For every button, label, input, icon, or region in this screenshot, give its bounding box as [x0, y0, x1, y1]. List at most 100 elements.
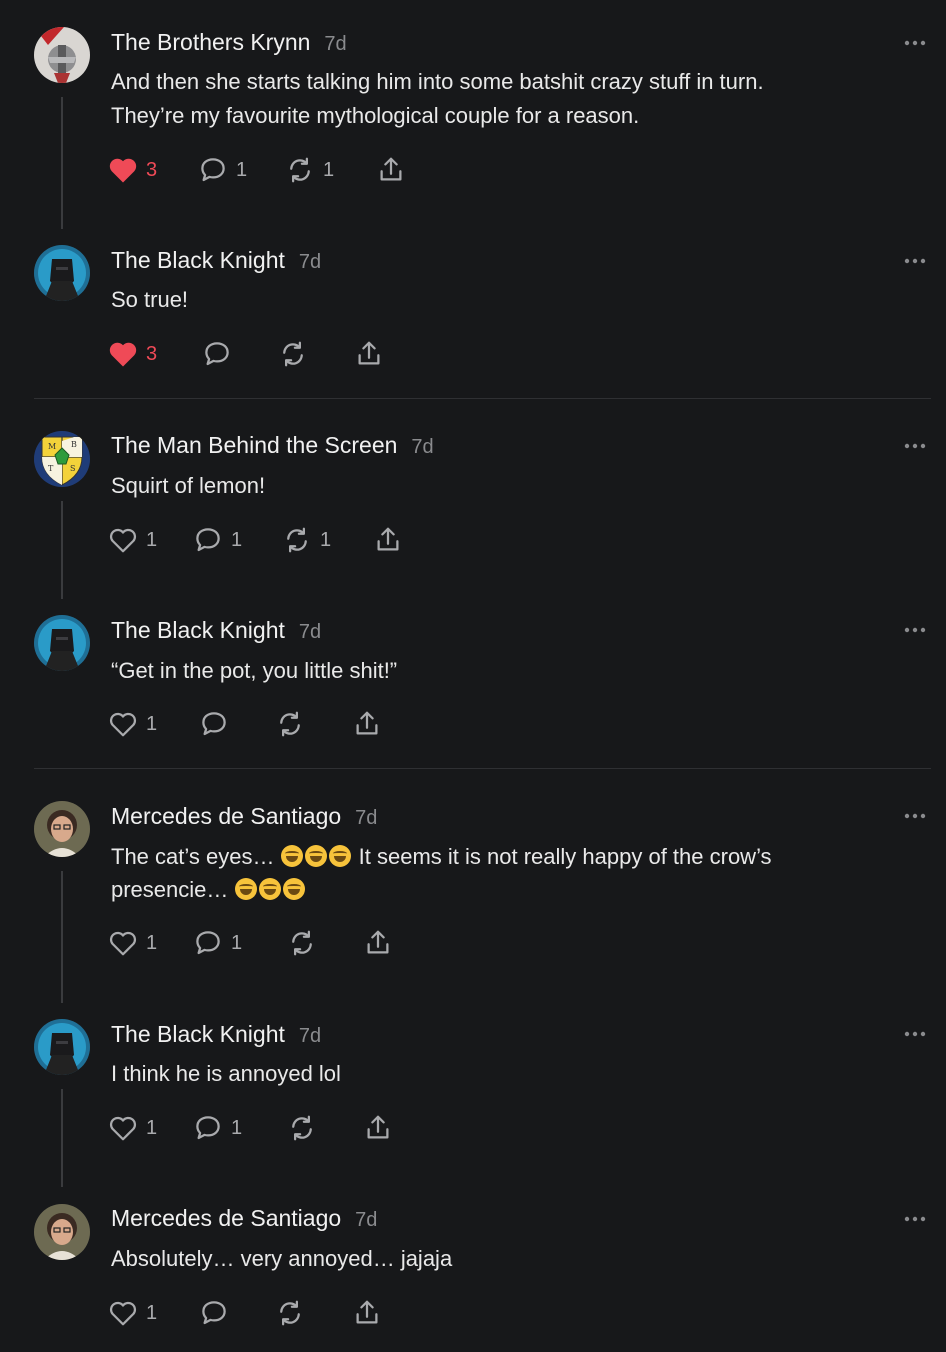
avatar[interactable]	[34, 1204, 90, 1260]
restack-button[interactable]	[287, 1112, 317, 1144]
svg-text:T: T	[48, 464, 54, 473]
comment-icon	[196, 1116, 220, 1140]
like-button[interactable]: 1	[108, 927, 157, 959]
share-button[interactable]	[352, 708, 382, 740]
reply-count: 1	[231, 528, 243, 551]
share-button[interactable]	[363, 1112, 393, 1144]
rofl-emoji	[328, 845, 351, 867]
reply-button[interactable]	[202, 338, 232, 370]
like-count: 1	[146, 528, 158, 551]
author-name[interactable]: Mercedes de Santiago 7d	[111, 1205, 377, 1232]
share-button[interactable]	[354, 338, 384, 370]
share-button[interactable]	[376, 154, 406, 186]
share-icon	[358, 341, 380, 365]
author-name[interactable]: The Black Knight 7d	[111, 617, 321, 644]
like-button[interactable]: 3	[108, 154, 157, 186]
svg-text:S: S	[70, 464, 75, 473]
reply-count: 1	[236, 158, 248, 181]
rofl-emoji	[304, 845, 327, 867]
svg-text:B: B	[71, 440, 77, 449]
author-name[interactable]: The Black Knight 7d	[111, 1021, 321, 1048]
author-name[interactable]: Mercedes de Santiago 7d	[111, 803, 377, 830]
reply-button[interactable]: 1	[193, 927, 242, 959]
more-icon[interactable]	[904, 1031, 926, 1037]
rofl-emoji	[258, 878, 281, 900]
like-count: 1	[146, 931, 158, 954]
timestamp: 7d	[298, 621, 322, 643]
restack-button[interactable]: 1	[285, 154, 334, 186]
avatar[interactable]	[34, 27, 90, 83]
thread-line	[61, 501, 63, 599]
restack-icon	[287, 527, 307, 553]
reply-button[interactable]: 1	[198, 154, 247, 186]
share-icon	[356, 711, 378, 735]
thread-line	[61, 97, 63, 229]
heart-icon	[109, 1116, 137, 1141]
heart-icon	[109, 158, 137, 183]
like-button[interactable]: 1	[108, 708, 157, 740]
thread-line	[61, 1089, 63, 1187]
heart-icon	[109, 528, 137, 553]
comment-body: Squirt of lemon!	[111, 473, 266, 498]
reply-button[interactable]: 1	[193, 1112, 242, 1144]
rofl-emoji	[280, 845, 303, 867]
reply-count: 1	[231, 1116, 243, 1139]
more-icon[interactable]	[904, 813, 926, 819]
author-name[interactable]: The Brothers Krynn 7d	[111, 29, 347, 56]
more-icon[interactable]	[904, 627, 926, 633]
rofl-emoji	[234, 878, 257, 900]
reply-button[interactable]	[199, 708, 229, 740]
like-count: 1	[146, 1301, 158, 1324]
more-icon[interactable]	[904, 258, 926, 264]
avatar[interactable]: M B T S	[34, 431, 90, 487]
more-icon[interactable]	[904, 40, 926, 46]
restack-icon	[292, 930, 312, 956]
restack-button[interactable]	[275, 708, 305, 740]
share-icon	[380, 157, 402, 181]
reply-count: 1	[231, 931, 243, 954]
restack-icon	[292, 1115, 312, 1141]
comment-body: “Get in the pot, you little shit!”	[111, 658, 398, 683]
reply-button[interactable]	[199, 1297, 229, 1329]
like-button[interactable]: 1	[108, 1297, 157, 1329]
like-count: 3	[146, 342, 158, 365]
share-icon	[367, 930, 389, 954]
author-name[interactable]: The Man Behind the Screen 7d	[111, 432, 434, 459]
comment-body: Absolutely… very annoyed… jajaja	[111, 1246, 453, 1271]
avatar[interactable]	[34, 801, 90, 857]
share-icon	[377, 527, 399, 551]
restack-button[interactable]	[278, 338, 308, 370]
like-count: 1	[146, 1116, 158, 1139]
restack-button[interactable]	[287, 927, 317, 959]
share-icon	[367, 1115, 389, 1139]
timestamp: 7d	[411, 436, 434, 458]
avatar[interactable]	[34, 245, 90, 301]
share-button[interactable]	[373, 524, 403, 556]
heart-icon	[109, 931, 137, 956]
share-button[interactable]	[363, 927, 393, 959]
more-icon[interactable]	[904, 1216, 926, 1222]
comment-icon	[201, 158, 225, 182]
like-button[interactable]: 3	[108, 338, 157, 370]
timestamp: 7d	[298, 1025, 322, 1047]
restack-button[interactable]: 1	[282, 524, 331, 556]
share-icon	[356, 1300, 378, 1324]
author-name[interactable]: The Black Knight 7d	[111, 247, 321, 274]
comment-icon	[205, 342, 229, 366]
timestamp: 7d	[355, 807, 378, 829]
like-count: 1	[146, 712, 158, 735]
reply-button[interactable]: 1	[193, 524, 242, 556]
like-button[interactable]: 1	[108, 524, 157, 556]
heart-icon	[109, 1301, 137, 1326]
share-button[interactable]	[352, 1297, 382, 1329]
avatar[interactable]	[34, 1019, 90, 1075]
restack-button[interactable]	[275, 1297, 305, 1329]
like-button[interactable]: 1	[108, 1112, 157, 1144]
rofl-emoji	[282, 878, 305, 900]
more-icon[interactable]	[904, 443, 926, 449]
timestamp: 7d	[355, 1209, 378, 1231]
like-count: 3	[146, 158, 158, 181]
avatar[interactable]	[34, 615, 90, 671]
svg-text:M: M	[48, 442, 56, 451]
restack-count: 1	[320, 528, 332, 551]
